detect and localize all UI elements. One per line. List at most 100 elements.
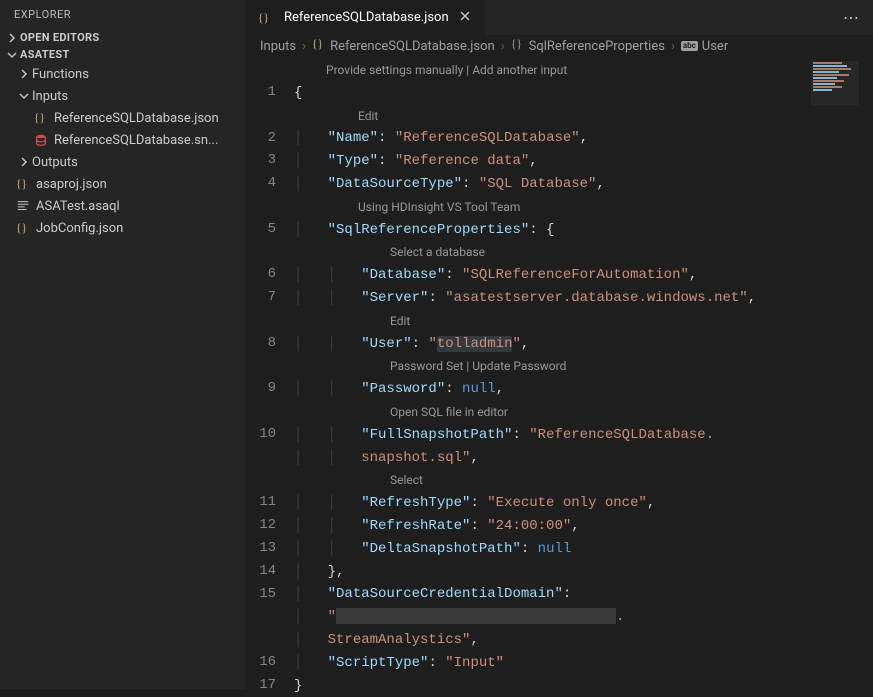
file-jobconfig[interactable]: {} JobConfig.json xyxy=(0,217,245,239)
file-tree: Functions Inputs {} ReferenceSQLDatabase… xyxy=(0,63,245,239)
code-content[interactable]: Provide settings manually | Add another … xyxy=(294,57,873,697)
json-icon: {} xyxy=(256,11,274,25)
chevron-right-icon xyxy=(4,32,20,44)
redacted-text xyxy=(336,608,616,624)
line-number: 11 xyxy=(246,491,276,514)
svg-text:{}: {} xyxy=(16,179,27,191)
code-line: │ "DataSourceCredentialDomain": xyxy=(294,583,873,606)
codelens-edit[interactable]: Edit xyxy=(294,105,873,128)
breadcrumb-file[interactable]: {} ReferenceSQLDatabase.json xyxy=(312,37,495,55)
json-icon: {} xyxy=(312,37,326,55)
code-line: │ │ "RefreshType": "Execute only once", xyxy=(294,492,873,515)
workspace-label: ASATEST xyxy=(20,48,70,61)
file-label: ASATest.asaql xyxy=(36,199,120,214)
breadcrumb-sqlprops[interactable]: {} SqlReferenceProperties xyxy=(511,37,665,55)
open-editors-label: OPEN EDITORS xyxy=(20,31,99,44)
folder-outputs[interactable]: Outputs xyxy=(0,151,245,173)
line-number: 3 xyxy=(246,149,276,172)
more-actions-button[interactable]: ⋯ xyxy=(829,8,873,27)
codelens-top[interactable]: Provide settings manually | Add another … xyxy=(294,59,873,82)
code-line: │ "SqlReferenceProperties": { xyxy=(294,219,873,242)
line-number: 6 xyxy=(246,263,276,286)
folder-label: Inputs xyxy=(32,89,68,104)
code-line: │ "Name": "ReferenceSQLDatabase", xyxy=(294,127,873,150)
breadcrumb[interactable]: Inputs › {} ReferenceSQLDatabase.json › … xyxy=(246,35,873,57)
chevron-right-icon: › xyxy=(302,39,306,54)
svg-text:{}: {} xyxy=(258,12,269,24)
code-line: │ "Type": "Reference data", xyxy=(294,150,873,173)
code-line: } xyxy=(294,675,873,697)
file-asatest-asaql[interactable]: ASATest.asaql xyxy=(0,195,245,217)
close-icon[interactable] xyxy=(455,8,475,28)
line-number: 9 xyxy=(246,377,276,400)
breadcrumb-user[interactable]: abc User xyxy=(681,39,728,54)
line-number: 12 xyxy=(246,514,276,537)
line-number: 14 xyxy=(246,560,276,583)
tab-reference-json[interactable]: {} ReferenceSQLDatabase.json xyxy=(246,0,486,35)
code-line: { xyxy=(294,82,873,105)
folder-label: Outputs xyxy=(32,155,78,170)
svg-text:{}: {} xyxy=(511,39,522,51)
code-line: │ }, xyxy=(294,561,873,584)
tab-title: ReferenceSQLDatabase.json xyxy=(284,10,449,25)
codelens-opensql[interactable]: Open SQL file in editor xyxy=(294,401,873,424)
editor-area: {} ReferenceSQLDatabase.json ⋯ Inputs › … xyxy=(246,0,873,689)
codelens-edit-user[interactable]: Edit xyxy=(294,310,873,333)
chevron-right-icon: › xyxy=(501,39,505,54)
line-number: 1 xyxy=(246,81,276,104)
workspace-section[interactable]: ASATEST xyxy=(0,46,245,63)
code-line: │ │ "RefreshRate": "24:00:00", xyxy=(294,515,873,538)
line-number: 15 xyxy=(246,583,276,606)
code-line: │ StreamAnalystics", xyxy=(294,629,873,652)
database-icon xyxy=(32,133,50,147)
json-icon: {} xyxy=(14,177,32,191)
code-line: │ │ "Database": "SQLReferenceForAutomati… xyxy=(294,264,873,287)
line-number: 17 xyxy=(246,674,276,697)
code-line: │ "ScriptType": "Input" xyxy=(294,652,873,675)
chevron-right-icon xyxy=(16,68,32,80)
file-asaproj[interactable]: {} asaproj.json xyxy=(0,173,245,195)
open-editors-section[interactable]: OPEN EDITORS xyxy=(0,29,245,46)
line-number: 8 xyxy=(246,332,276,355)
code-line: │ │ "FullSnapshotPath": "ReferenceSQLDat… xyxy=(294,424,873,447)
chevron-right-icon: › xyxy=(671,39,675,54)
folder-functions[interactable]: Functions xyxy=(0,63,245,85)
codelens-selectdb[interactable]: Select a database xyxy=(294,241,873,264)
line-number: 10 xyxy=(246,423,276,446)
file-label: ReferenceSQLDatabase.json xyxy=(54,111,219,126)
folder-inputs[interactable]: Inputs xyxy=(0,85,245,107)
line-number: 16 xyxy=(246,651,276,674)
file-label: ReferenceSQLDatabase.sn... xyxy=(54,133,218,148)
file-reference-snapshot[interactable]: ReferenceSQLDatabase.sn... xyxy=(0,129,245,151)
breadcrumb-inputs[interactable]: Inputs xyxy=(260,39,296,54)
braces-icon: {} xyxy=(511,37,525,55)
tab-bar: {} ReferenceSQLDatabase.json ⋯ xyxy=(246,0,873,35)
json-icon: {} xyxy=(32,111,50,125)
code-line: │ "DataSourceType": "SQL Database", xyxy=(294,173,873,196)
code-line: │ │ snapshot.sql", xyxy=(294,447,873,470)
codelens-select[interactable]: Select xyxy=(294,469,873,492)
string-icon: abc xyxy=(681,41,698,51)
svg-text:{}: {} xyxy=(312,39,323,51)
file-label: asaproj.json xyxy=(36,177,107,192)
svg-text:{}: {} xyxy=(34,113,45,125)
code-line: │ │ "User": "tolladmin", xyxy=(294,333,873,356)
file-label: JobConfig.json xyxy=(36,221,123,236)
code-line: │ │ "Password": null, xyxy=(294,378,873,401)
codelens-password[interactable]: Password Set | Update Password xyxy=(294,355,873,378)
codelens-hdinsight[interactable]: Using HDInsight VS Tool Team xyxy=(294,196,873,219)
folder-label: Functions xyxy=(32,67,89,82)
lines-icon xyxy=(14,199,32,213)
chevron-right-icon xyxy=(16,156,32,168)
line-number: 4 xyxy=(246,172,276,195)
code-line: │ │ "DeltaSnapshotPath": null xyxy=(294,538,873,561)
code-line: │ ". xyxy=(294,606,873,629)
chevron-down-icon xyxy=(4,49,20,61)
code-line: │ │ "Server": "asatestserver.database.wi… xyxy=(294,287,873,310)
svg-text:{}: {} xyxy=(16,223,27,235)
code-editor[interactable]: 1 2 3 4 5 6 7 8 9 10 11 12 13 14 15 16 xyxy=(246,57,873,697)
file-reference-json[interactable]: {} ReferenceSQLDatabase.json xyxy=(0,107,245,129)
line-number: 7 xyxy=(246,286,276,309)
line-number: 2 xyxy=(246,127,276,150)
json-icon: {} xyxy=(14,221,32,235)
